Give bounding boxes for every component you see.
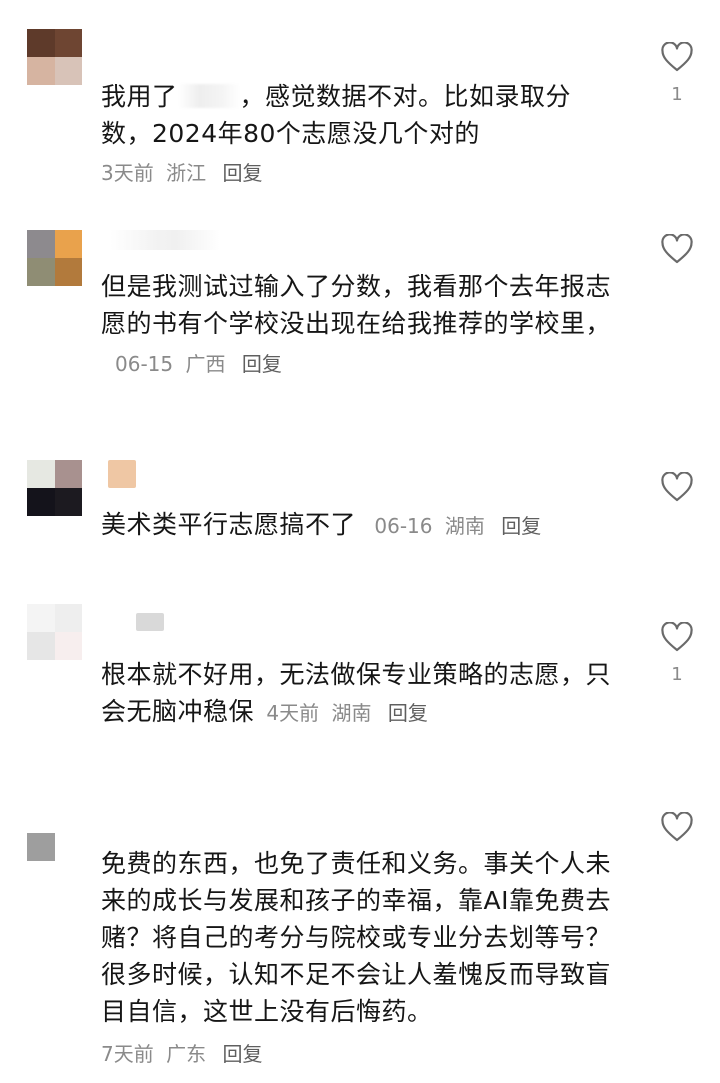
heart-icon [661,622,693,652]
avatar-pixel [27,258,55,286]
like-count: 1 [671,84,683,105]
avatar[interactable] [27,604,82,660]
comment-location: 浙江 [166,161,207,185]
like-button[interactable] [660,472,694,502]
comment-time: 7天前 [101,1042,154,1066]
comment-text[interactable]: 根本就不好用，无法做保专业策略的志愿，只会无脑冲稳保 4天前 湖南 回复 [101,656,621,732]
avatar[interactable] [27,833,55,861]
like-button[interactable] [660,812,694,842]
avatar-pixel [54,258,82,286]
avatar-pixel [27,57,55,85]
avatar[interactable] [27,29,82,85]
comment-text[interactable]: 美术类平行志愿搞不了 06-16 湖南 回复 [101,506,621,545]
avatar-pixel [27,29,55,57]
heart-icon [661,234,693,264]
avatar-pixel [27,460,55,488]
avatar-pixel [27,604,55,632]
reply-button[interactable]: 回复 [501,514,541,538]
avatar[interactable] [27,230,82,286]
reply-button[interactable]: 回复 [242,352,282,376]
comment-meta: 3天前 浙江 回复 [101,159,262,187]
redacted-blur [177,84,240,108]
comment-time: 3天前 [101,161,154,185]
like-count: 1 [671,664,683,685]
avatar-pixel [54,230,82,258]
avatar[interactable] [27,460,82,516]
comment-text-content: 但是我测试过输入了分数，我看那个去年报志愿的书有个学校没出现在给我推荐的学校里， [101,272,612,338]
username-blur [136,613,164,631]
comment-location: 湖南 [444,514,485,538]
heart-icon [661,42,693,72]
heart-icon [661,472,693,502]
avatar-pixel [54,57,82,85]
avatar-pixel [54,604,82,632]
comment-meta: 7天前 广东 回复 [101,1040,262,1068]
avatar-pixel [27,632,55,660]
comment-text[interactable]: 免费的东西，也免了责任和义务。事关个人未来的成长与发展和孩子的幸福，靠AI靠免费… [101,845,621,1030]
avatar-pixel [27,488,55,516]
reply-button[interactable]: 回复 [222,1042,262,1066]
comment-time: 06-16 [374,514,433,538]
comment-meta: 06-16 湖南 回复 [356,514,541,538]
avatar-pixel [54,29,82,57]
comment-meta: 06-15 广西 回复 [101,352,282,376]
comment-time: 06-15 [115,352,174,376]
avatar-pixel [27,230,55,258]
comment-text-content: 美术类平行志愿搞不了 [101,510,357,539]
heart-icon [661,812,693,842]
avatar-pixel [54,488,82,516]
avatar-pixel [54,460,82,488]
username-blur [110,230,220,250]
comment-location: 广东 [166,1042,207,1066]
comment-location: 湖南 [331,701,372,725]
comment-text-start: 我用了 [101,82,178,111]
reply-button[interactable]: 回复 [222,161,262,185]
comment-text-content: 免费的东西，也免了责任和义务。事关个人未来的成长与发展和孩子的幸福，靠AI靠免费… [101,849,612,1026]
comment-time: 4天前 [266,701,320,725]
comment-location: 广西 [185,352,226,376]
avatar-pixel [54,632,82,660]
like-button[interactable]: 1 [660,622,694,685]
comment-text[interactable]: 但是我测试过输入了分数，我看那个去年报志愿的书有个学校没出现在给我推荐的学校里，… [101,268,621,383]
comment-meta: 4天前 湖南 回复 [254,701,428,725]
comment-text[interactable]: 我用了 ，感觉数据不对。比如录取分数，2024年80个志愿没几个对的 [101,78,621,152]
username-blur [108,460,136,488]
reply-button[interactable]: 回复 [388,701,428,725]
like-button[interactable] [660,234,694,264]
like-button[interactable]: 1 [660,42,694,105]
